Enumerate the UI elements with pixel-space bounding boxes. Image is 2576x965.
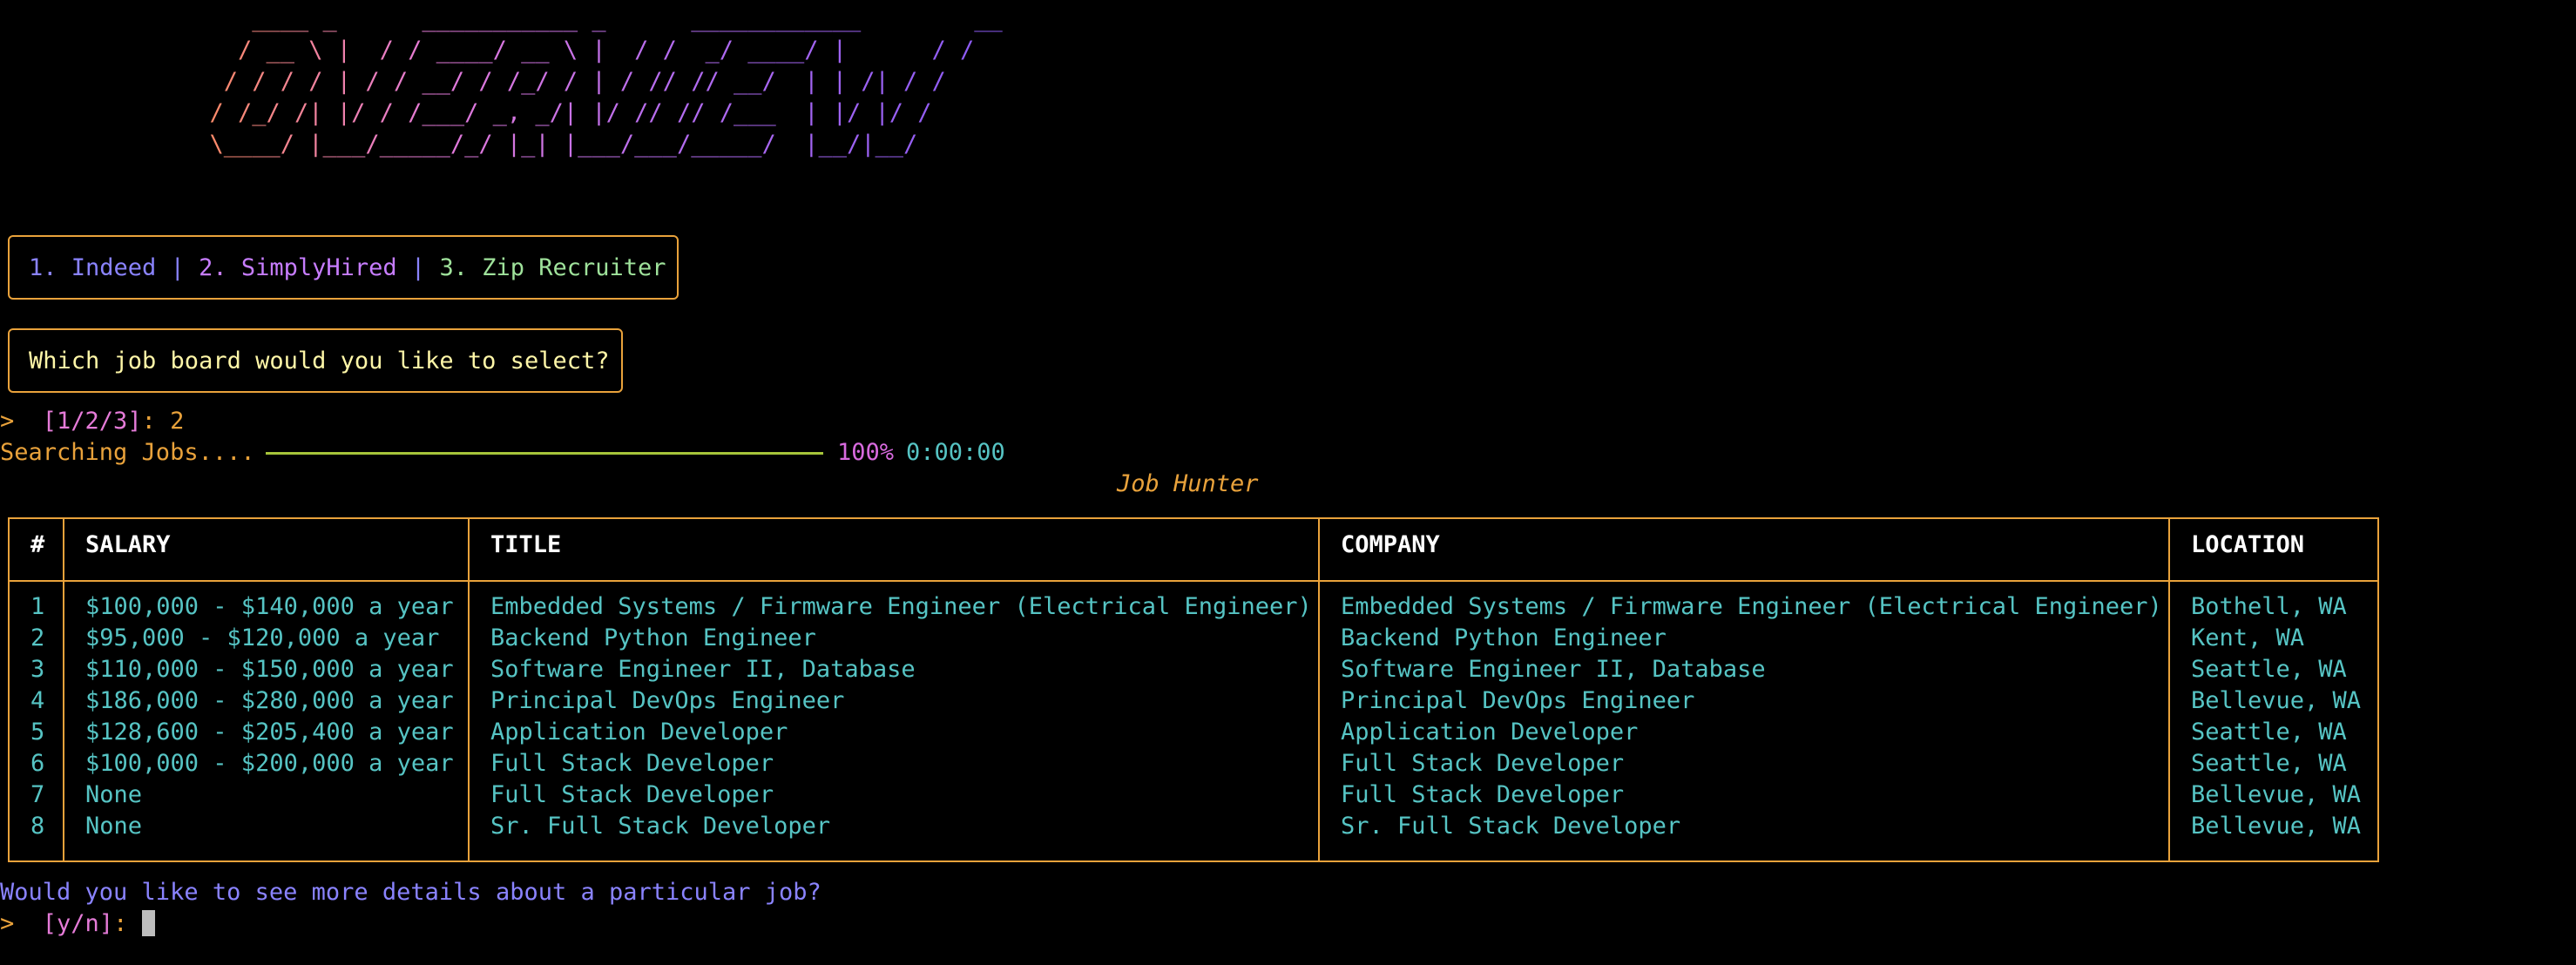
progress-elapsed-time: 0:00:00 — [906, 439, 1005, 466]
banner-line: / __ \ | / / ____/ __ \ | / / _/ ____/ |… — [181, 37, 975, 64]
column-header-company: COMPANY — [1341, 531, 1440, 558]
table-cell-location: Kent, WA — [2191, 624, 2305, 651]
details-question: Would you like to see more details about… — [0, 879, 821, 906]
column-divider — [2168, 519, 2170, 860]
option-simplyhired: 2. SimplyHired — [199, 254, 397, 281]
table-cell-salary: $95,000 - $120,000 a year — [85, 624, 440, 651]
prompt-colon: : — [141, 408, 156, 435]
table-cell-salary: $110,000 - $150,000 a year — [85, 656, 454, 683]
column-header-number: # — [30, 531, 45, 558]
banner-line: / /_/ /| |/ / /___/ _, _/| |/ // // /___… — [181, 99, 961, 126]
table-cell-salary: None — [85, 813, 143, 840]
table-cell-title: Principal DevOps Engineer — [490, 687, 845, 714]
table-cell-salary: $100,000 - $200,000 a year — [85, 750, 454, 777]
table-cell-num: 3 — [30, 656, 45, 683]
table-cell-salary: $186,000 - $280,000 a year — [85, 687, 454, 714]
table-cell-company: Backend Python Engineer — [1341, 624, 1667, 651]
table-cell-salary: $100,000 - $140,000 a year — [85, 593, 454, 620]
table-cell-location: Bellevue, WA — [2191, 813, 2362, 840]
column-header-location: LOCATION — [2191, 531, 2305, 558]
job-results-table: # SALARY TITLE COMPANY LOCATION 1 $100,00… — [8, 517, 2379, 862]
option-separator: | — [156, 254, 199, 281]
table-cell-location: Seattle, WA — [2191, 719, 2347, 746]
header-divider — [10, 580, 2377, 582]
banner-line: ____ _ ___________ _ ____________ __ — [181, 5, 1003, 32]
table-title: Job Hunter — [1117, 470, 1259, 497]
table-cell-num: 2 — [30, 624, 45, 651]
table-cell-company: Application Developer — [1341, 719, 1639, 746]
column-header-salary: SALARY — [85, 531, 171, 558]
column-divider — [468, 519, 470, 860]
job-board-options: 1. Indeed | 2. SimplyHired | 3. Zip Recr… — [29, 253, 666, 284]
table-cell-title: Sr. Full Stack Developer — [490, 813, 831, 840]
table-cell-num: 4 — [30, 687, 45, 714]
details-yn-prompt[interactable]: > [y/n]: — [0, 908, 155, 940]
table-cell-location: Seattle, WA — [2191, 750, 2347, 777]
prompt-choices: [y/n] — [42, 910, 114, 937]
table-cell-location: Bellevue, WA — [2191, 687, 2362, 714]
table-cell-location: Bothell, WA — [2191, 593, 2347, 620]
table-cell-title: Full Stack Developer — [490, 750, 774, 777]
job-board-options-panel: 1. Indeed | 2. SimplyHired | 3. Zip Recr… — [8, 235, 679, 300]
table-cell-title: Backend Python Engineer — [490, 624, 816, 651]
column-divider — [63, 519, 64, 860]
prompt-answer: 2 — [170, 408, 185, 435]
ascii-art-banner: ____ _ ___________ _ ____________ __ / _… — [181, 3, 1003, 160]
progress-label: Searching Jobs.... — [0, 439, 255, 466]
table-cell-company: Full Stack Developer — [1341, 781, 1625, 808]
table-cell-company: Full Stack Developer — [1341, 750, 1625, 777]
table-cell-num: 8 — [30, 813, 45, 840]
table-cell-title: Full Stack Developer — [490, 781, 774, 808]
job-board-question: Which job board would you like to select… — [29, 348, 610, 375]
table-cell-title: Software Engineer II, Database — [490, 656, 916, 683]
job-board-question-panel: Which job board would you like to select… — [8, 328, 623, 393]
progress-percent: 100% — [837, 439, 895, 466]
option-zip-recruiter: 3. Zip Recruiter — [439, 254, 666, 281]
table-cell-num: 6 — [30, 750, 45, 777]
table-cell-salary: $128,600 - $205,400 a year — [85, 719, 454, 746]
prompt-colon: : — [113, 910, 128, 937]
column-header-title: TITLE — [490, 531, 562, 558]
job-board-select-prompt[interactable]: > [1/2/3]: 2 — [0, 406, 184, 437]
table-cell-company: Principal DevOps Engineer — [1341, 687, 1695, 714]
table-cell-num: 5 — [30, 719, 45, 746]
banner-line: / / / / | / / __/ / /_/ / | / // // __/ … — [181, 68, 961, 95]
prompt-choices: [1/2/3] — [42, 408, 142, 435]
option-indeed: 1. Indeed — [29, 254, 157, 281]
prompt-arrow: > — [0, 408, 15, 435]
progress-bar — [266, 452, 823, 455]
banner-line: \____/ |___/_____/_/ |_| |___/___/_____/… — [181, 131, 961, 158]
column-divider — [1318, 519, 1320, 860]
table-cell-company: Embedded Systems / Firmware Engineer (El… — [1341, 593, 2162, 620]
option-separator: | — [396, 254, 440, 281]
text-cursor[interactable] — [141, 910, 155, 936]
table-cell-location: Seattle, WA — [2191, 656, 2347, 683]
table-cell-title: Embedded Systems / Firmware Engineer (El… — [490, 593, 1312, 620]
table-cell-num: 7 — [30, 781, 45, 808]
table-cell-num: 1 — [30, 593, 45, 620]
table-cell-company: Sr. Full Stack Developer — [1341, 813, 1681, 840]
prompt-arrow: > — [0, 910, 15, 937]
table-cell-salary: None — [85, 781, 143, 808]
table-cell-title: Application Developer — [490, 719, 788, 746]
table-cell-location: Bellevue, WA — [2191, 781, 2362, 808]
table-cell-company: Software Engineer II, Database — [1341, 656, 1766, 683]
